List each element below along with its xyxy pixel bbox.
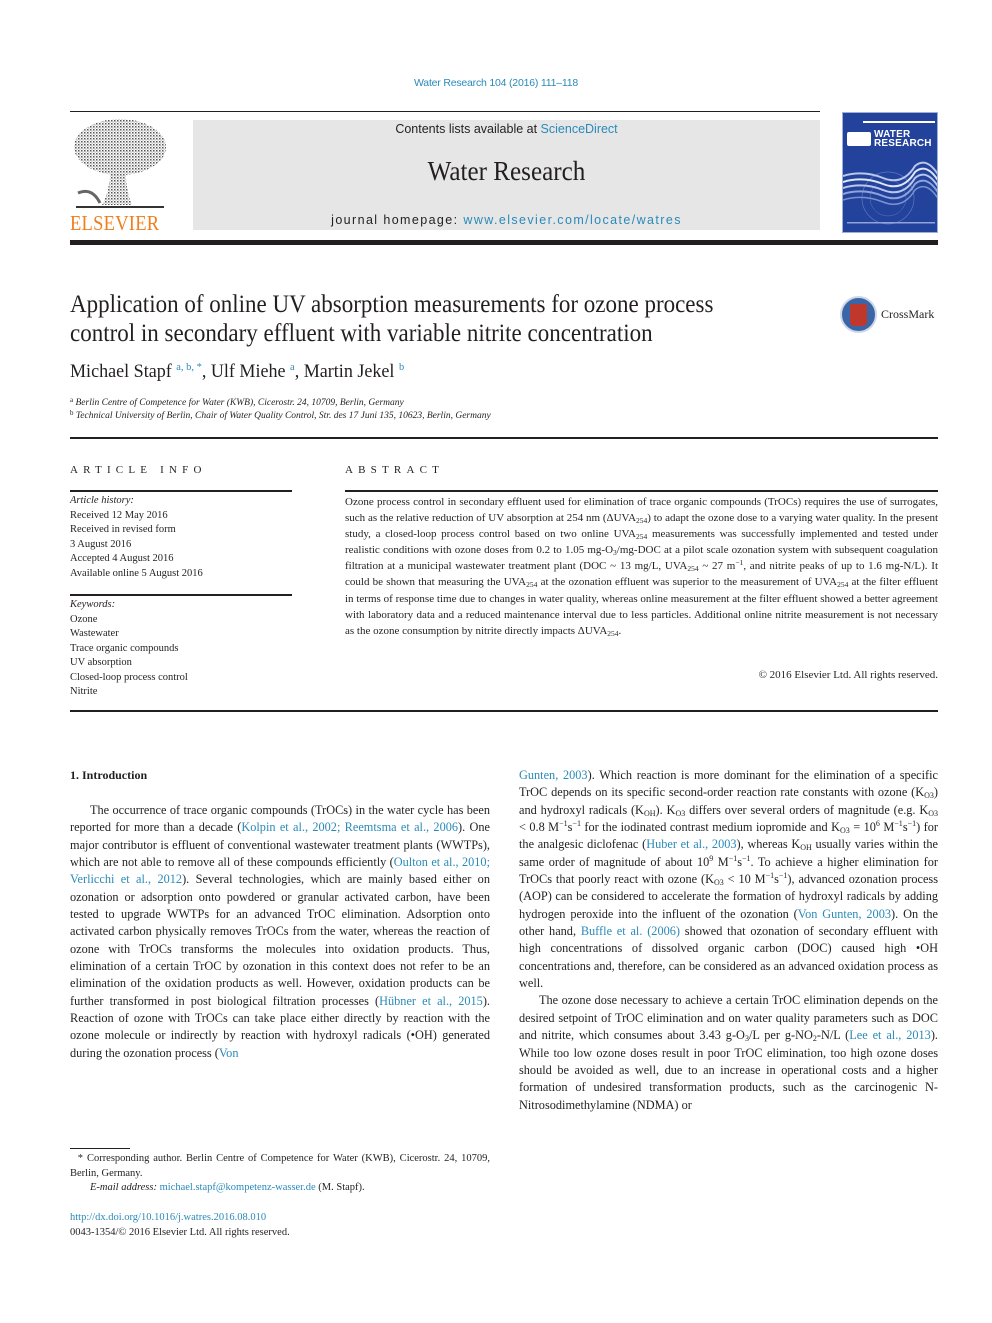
elsevier-tree-icon xyxy=(74,119,166,208)
reference-link[interactable]: Huber et al., 2003 xyxy=(646,837,736,851)
journal-masthead: Contents lists available at ScienceDirec… xyxy=(193,120,820,230)
keyword: Wastewater xyxy=(70,628,119,639)
header-rule xyxy=(70,111,820,112)
history-item: Received in revised form xyxy=(70,524,176,535)
body-paragraph: The ozone dose necessary to achieve a ce… xyxy=(519,993,938,1112)
doi-block: http://dx.doi.org/10.1016/j.watres.2016.… xyxy=(70,1210,290,1240)
cover-top-bar xyxy=(863,121,935,123)
affiliation-text: Technical University of Berlin, Chair of… xyxy=(75,411,491,421)
article-title: Application of online UV absorption meas… xyxy=(70,290,769,348)
affiliation-mark: a xyxy=(70,396,74,404)
author-name[interactable]: Martin Jekel xyxy=(304,361,395,382)
iwa-badge-icon xyxy=(847,132,871,146)
issn-copyright: 0043-1354/© 2016 Elsevier Ltd. All right… xyxy=(70,1227,290,1238)
homepage-link[interactable]: www.elsevier.com/locate/watres xyxy=(463,213,681,227)
body-column-left: The occurrence of trace organic compound… xyxy=(70,802,490,1062)
email-link[interactable]: michael.stapf@kompetenz-wasser.de xyxy=(160,1182,316,1193)
affiliation: a Berlin Centre of Competence for Water … xyxy=(70,396,404,408)
crossmark-icon xyxy=(840,296,877,333)
keyword: Trace organic compounds xyxy=(70,642,179,654)
elsevier-logo[interactable]: ELSEVIER xyxy=(70,117,170,235)
reference-link[interactable]: Kolpin et al., 2002; Reemtsma et al., 20… xyxy=(241,820,458,834)
journal-homepage: journal homepage: www.elsevier.com/locat… xyxy=(193,213,820,227)
history-label: Article history: xyxy=(70,495,134,506)
cover-title: WATER RESEARCH xyxy=(874,130,932,149)
body-paragraph: The occurrence of trace organic compound… xyxy=(70,803,491,1060)
author-affiliation-marks[interactable]: a, b, * xyxy=(176,361,202,373)
author-separator: , xyxy=(294,361,304,382)
cover-wave-graphic-icon xyxy=(843,161,937,225)
author-name[interactable]: Michael Stapf xyxy=(70,361,172,382)
footnote-rule xyxy=(70,1148,130,1149)
elsevier-wordmark: ELSEVIER xyxy=(70,211,160,235)
body-paragraph: Gunten, 2003). Which reaction is more do… xyxy=(519,768,939,991)
body-column-right: Gunten, 2003). Which reaction is more do… xyxy=(519,767,938,1114)
contents-prefix: Contents lists available at xyxy=(395,122,541,136)
reference-link[interactable]: Von xyxy=(219,1046,239,1060)
abstract-copyright: © 2016 Elsevier Ltd. All rights reserved… xyxy=(758,669,938,681)
sciencedirect-link[interactable]: ScienceDirect xyxy=(541,122,618,136)
keyword: Ozone xyxy=(70,613,98,625)
footnote: * Corresponding author. Berlin Centre of… xyxy=(70,1152,490,1196)
article-title-line1: Application of online UV absorption meas… xyxy=(70,291,714,318)
cover-title-line2: RESEARCH xyxy=(874,138,932,149)
author-separator: , xyxy=(201,361,211,382)
info-rule xyxy=(70,594,292,596)
history-item: Accepted 4 August 2016 xyxy=(70,553,174,564)
history-item: Received 12 May 2016 xyxy=(70,509,168,521)
section-rule xyxy=(70,437,938,439)
reference-link[interactable]: Hübner et al., 2015 xyxy=(379,994,483,1008)
abstract-text: Ozone process control in secondary efflu… xyxy=(345,496,939,638)
abstract-heading: ABSTRACT xyxy=(345,464,445,476)
contents-available: Contents lists available at ScienceDirec… xyxy=(193,122,820,136)
doi-link[interactable]: http://dx.doi.org/10.1016/j.watres.2016.… xyxy=(70,1212,266,1223)
reference-link[interactable]: Gunten, 2003 xyxy=(519,768,588,782)
corresponding-author-note: * Corresponding author. Berlin Centre of… xyxy=(70,1153,491,1179)
affiliation-mark: b xyxy=(70,409,74,417)
email-line: E-mail address: michael.stapf@kompetenz-… xyxy=(90,1182,365,1193)
journal-title: Water Research xyxy=(427,156,586,186)
abstract-rule xyxy=(345,490,938,492)
author-affiliation-marks[interactable]: b xyxy=(399,361,404,373)
keywords: Keywords: Ozone Wastewater Trace organic… xyxy=(70,598,292,700)
crossmark-label: CrossMark xyxy=(881,307,935,321)
history-item: Available online 5 August 2016 xyxy=(70,567,203,579)
article-info-heading: ARTICLE INFO xyxy=(70,464,207,476)
reference-link[interactable]: Buffle et al. (2006) xyxy=(581,924,680,938)
header-thick-rule xyxy=(70,240,938,245)
article-history: Article history: Received 12 May 2016 Re… xyxy=(70,494,292,581)
author-list: Michael Stapf a, b, *, Ulf Miehe a, Mart… xyxy=(70,361,404,383)
info-rule xyxy=(70,490,292,492)
introduction-heading: 1. Introduction xyxy=(70,768,148,782)
article-title-line2: control in secondary effluent with varia… xyxy=(70,320,653,347)
keyword: Closed-loop process control xyxy=(70,671,188,683)
crossmark-button[interactable]: CrossMark xyxy=(840,296,940,336)
homepage-prefix: journal homepage: xyxy=(331,213,464,227)
author-name[interactable]: Ulf Miehe xyxy=(211,361,286,382)
reference-link[interactable]: Von Gunten, 2003 xyxy=(798,907,891,921)
affiliation: b Technical University of Berlin, Chair … xyxy=(70,409,491,421)
journal-cover-thumbnail[interactable]: WATER RESEARCH xyxy=(842,112,938,233)
keywords-label: Keywords: xyxy=(70,599,116,610)
journal-citation-link[interactable]: Water Research 104 (2016) 111–118 xyxy=(0,77,992,89)
section-rule xyxy=(70,710,938,712)
history-item: 3 August 2016 xyxy=(70,538,132,550)
affiliation-text: Berlin Centre of Competence for Water (K… xyxy=(75,398,404,408)
reference-link[interactable]: Lee et al., 2013 xyxy=(849,1028,931,1042)
keyword: UV absorption xyxy=(70,657,132,668)
keyword: Nitrite xyxy=(70,686,98,697)
